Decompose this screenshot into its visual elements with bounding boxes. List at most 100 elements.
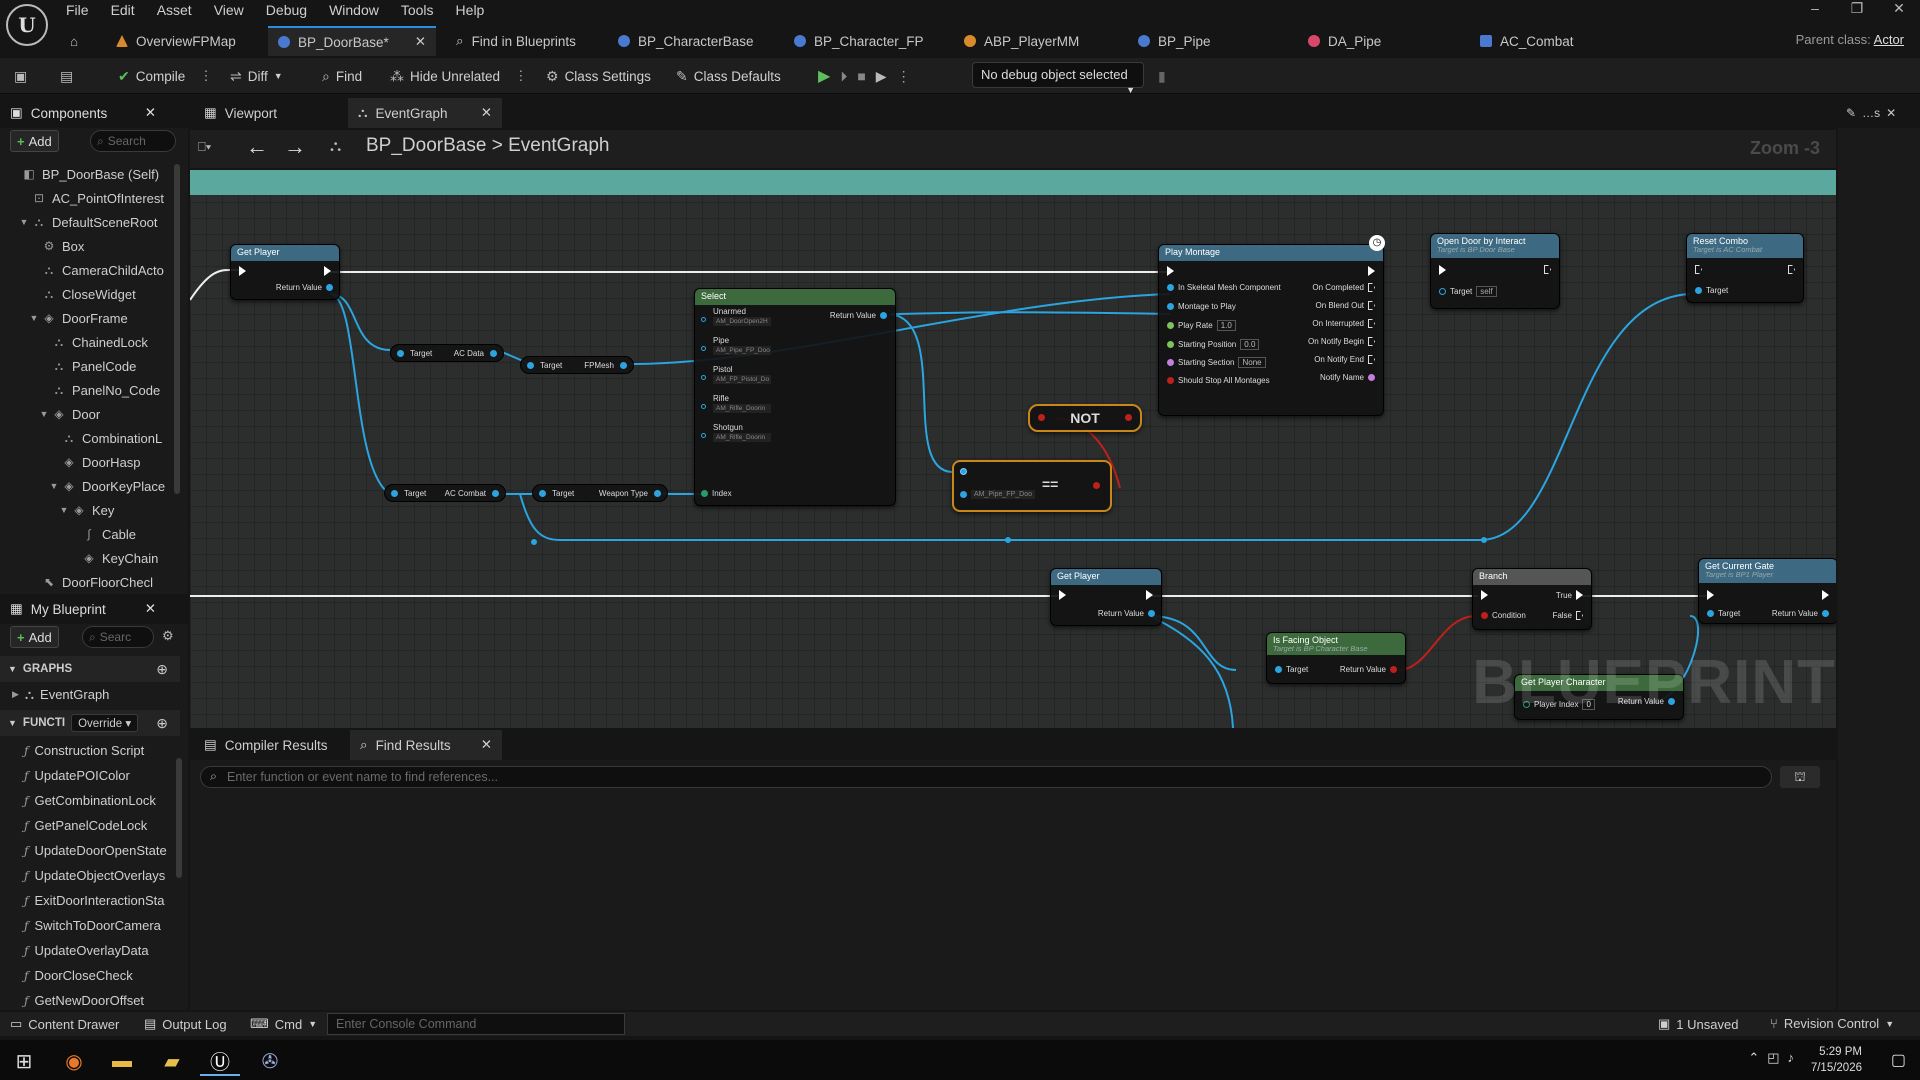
- exec-in-pin[interactable]: [1059, 590, 1066, 600]
- component-tree-item[interactable]: ⛬ PanelNo_Code: [0, 378, 176, 402]
- node-get-ac-combat[interactable]: Target AC Combat: [384, 484, 506, 502]
- bookmark-icon[interactable]: ⎕▾: [198, 139, 211, 155]
- windows-start-icon[interactable]: ⊞: [4, 1046, 44, 1076]
- console-command-input[interactable]: Enter Console Command: [327, 1013, 625, 1035]
- tab-compiler-results[interactable]: ▤ Compiler Results: [194, 730, 338, 760]
- function-item[interactable]: ƒ UpdateOverlayData: [0, 938, 176, 963]
- expand-arrow-icon[interactable]: ▼: [28, 313, 40, 323]
- node-open-door-by-interact[interactable]: Open Door by Interact Target is BP Door B…: [1430, 233, 1560, 309]
- option-value-dropdown[interactable]: AM_Pipe_FP_Doo: [713, 346, 771, 355]
- home-icon[interactable]: ⌂: [70, 26, 78, 56]
- graphs-section[interactable]: ▼ GRAPHS ⊕: [0, 656, 180, 682]
- function-item[interactable]: ƒ ExitDoorInteractionSta: [0, 888, 176, 913]
- components-scrollbar[interactable]: [174, 164, 180, 494]
- output-pin[interactable]: [1125, 414, 1132, 421]
- montage-output-pin[interactable]: On Blend Out: [1316, 301, 1375, 310]
- close-tab-icon[interactable]: ✕: [481, 105, 492, 121]
- select-option-pin[interactable]: Shotgun AM_Rifle_Doorin: [701, 423, 771, 442]
- close-panel-icon[interactable]: ✕: [145, 105, 156, 121]
- montage-input-pin[interactable]: Starting Position 0.0: [1167, 338, 1260, 350]
- component-tree-item[interactable]: ⛬ CloseWidget: [0, 282, 176, 306]
- true-pin[interactable]: True: [1556, 590, 1583, 600]
- event-graph-canvas[interactable]: Get Player Return Value Target AC Data Ta…: [190, 170, 1836, 728]
- node-select[interactable]: Select Return Value Unarmed AM_DoorOpen2H…: [694, 288, 896, 506]
- forward-arrow-icon[interactable]: →: [284, 134, 306, 160]
- option-value-dropdown[interactable]: AM_Rifle_Doorin: [713, 404, 771, 413]
- exec-in-pin[interactable]: [1439, 265, 1446, 275]
- class-settings-button[interactable]: ⚙ Class Settings: [546, 64, 651, 88]
- tab-overviewfpmap[interactable]: OverviewFPMap: [106, 26, 246, 56]
- select-option-pin[interactable]: Rifle AM_Rifle_Doorin: [701, 394, 771, 413]
- find-global-button[interactable]: ⛫: [1780, 766, 1820, 788]
- add-component-button[interactable]: + Add: [10, 130, 59, 152]
- montage-output-pin[interactable]: On Completed: [1312, 283, 1375, 292]
- debug-filter-icon[interactable]: ▮: [1158, 64, 1166, 88]
- tab-find-in-blueprints[interactable]: ⌕ Find in Blueprints: [448, 26, 584, 56]
- debug-object-select[interactable]: No debug object selected ▼: [972, 62, 1144, 95]
- hide-unrelated-button[interactable]: ⁂ Hide Unrelated ⋮: [390, 64, 528, 88]
- return-value-pin[interactable]: Return Value: [1340, 665, 1397, 674]
- component-tree-item[interactable]: ▼ ⛬ DefaultSceneRoot: [0, 210, 176, 234]
- montage-output-pin[interactable]: On Interrupted: [1312, 319, 1375, 328]
- close-tab-icon[interactable]: ✕: [415, 34, 426, 50]
- exec-out-pin[interactable]: [1146, 590, 1153, 600]
- exec-in-pin[interactable]: [1481, 590, 1488, 600]
- exec-out-pin[interactable]: [1368, 266, 1375, 276]
- step-icon[interactable]: ⏵: [840, 68, 847, 85]
- tab-bp-doorbase[interactable]: BP_DoorBase* ✕: [268, 26, 436, 56]
- functions-section[interactable]: ▼ FUNCTI Override ▾ ⊕: [0, 710, 180, 736]
- unreal-logo-icon[interactable]: U: [6, 4, 48, 46]
- montage-input-pin[interactable]: Should Stop All Montages: [1167, 376, 1270, 385]
- tab-bp-pipe[interactable]: BP_Pipe: [1138, 26, 1211, 56]
- output-pin[interactable]: [1093, 482, 1100, 489]
- parent-class-link[interactable]: Actor: [1874, 32, 1904, 47]
- component-tree-item[interactable]: ◈ DoorHasp: [0, 450, 176, 474]
- pin-value-field[interactable]: 1.0: [1216, 320, 1236, 331]
- node-reset-combo[interactable]: Reset Combo Target is AC Combat Target: [1686, 233, 1804, 303]
- back-arrow-icon[interactable]: ←: [246, 134, 268, 160]
- function-item[interactable]: ƒ Construction Script: [0, 738, 176, 763]
- exec-in-pin[interactable]: [1695, 265, 1702, 274]
- option-value-dropdown[interactable]: AM_DoorOpen2H: [713, 317, 771, 326]
- tab-bp-character-fp[interactable]: BP_Character_FP: [794, 26, 924, 56]
- pin-value-field[interactable]: None: [1238, 357, 1266, 368]
- more-icon[interactable]: ⋮: [897, 68, 911, 85]
- function-item[interactable]: ƒ SwitchToDoorCamera: [0, 913, 176, 938]
- component-tree-item[interactable]: ▼ ◈ Key: [0, 498, 176, 522]
- menu-help[interactable]: Help: [454, 2, 495, 18]
- tab-abp-playermm[interactable]: ABP_PlayerMM: [964, 26, 1079, 56]
- node-get-player[interactable]: Get Player Return Value: [230, 244, 340, 300]
- index-pin[interactable]: Index: [701, 489, 732, 498]
- pin-value-field[interactable]: 0.0: [1240, 338, 1260, 350]
- add-function-icon[interactable]: ⊕: [156, 715, 168, 732]
- close-panel-icon[interactable]: ✕: [1886, 106, 1896, 120]
- component-tree-item[interactable]: ∫ Cable: [0, 522, 176, 546]
- return-value-pin[interactable]: Return Value: [1098, 609, 1155, 618]
- function-item[interactable]: ƒ UpdateObjectOverlays: [0, 863, 176, 888]
- montage-output-pin[interactable]: On Notify End: [1314, 355, 1375, 364]
- menu-file[interactable]: File: [64, 2, 99, 18]
- close-panel-icon[interactable]: ✕: [145, 601, 156, 617]
- components-search[interactable]: ⌕ Search: [90, 130, 176, 152]
- menu-edit[interactable]: Edit: [109, 2, 145, 18]
- return-value-pin[interactable]: Return Value: [276, 283, 333, 292]
- function-item[interactable]: ƒ UpdateDoorOpenState: [0, 838, 176, 863]
- close-tab-icon[interactable]: ✕: [481, 737, 492, 753]
- b-pin[interactable]: AM_Pipe_FP_Doo: [960, 490, 1035, 499]
- montage-input-pin[interactable]: In Skeletal Mesh Component: [1167, 283, 1281, 292]
- component-tree-item[interactable]: ⚙ Box: [0, 234, 176, 258]
- tab-da-pipe[interactable]: DA_Pipe: [1308, 26, 1381, 56]
- breadcrumb-leaf[interactable]: EventGraph: [508, 135, 609, 156]
- component-tree-item[interactable]: ▼ ◈ Door: [0, 402, 176, 426]
- condition-pin[interactable]: Condition: [1481, 611, 1526, 620]
- minimize-icon[interactable]: –: [1794, 0, 1836, 22]
- select-option-pin[interactable]: Pistol AM_FP_Pistol_Do: [701, 365, 771, 384]
- file-explorer-icon[interactable]: ▬: [102, 1046, 142, 1076]
- component-tree-item[interactable]: ⛬ CameraChildActo: [0, 258, 176, 282]
- menu-window[interactable]: Window: [327, 2, 389, 18]
- component-tree-item[interactable]: ▼ ◈ DoorFrame: [0, 306, 176, 330]
- eject-icon[interactable]: ▶: [876, 68, 887, 85]
- pencil-icon[interactable]: ✎: [1846, 106, 1856, 120]
- expand-arrow-icon[interactable]: ▼: [48, 481, 60, 491]
- component-tree-item[interactable]: ◧ BP_DoorBase (Self): [0, 162, 176, 186]
